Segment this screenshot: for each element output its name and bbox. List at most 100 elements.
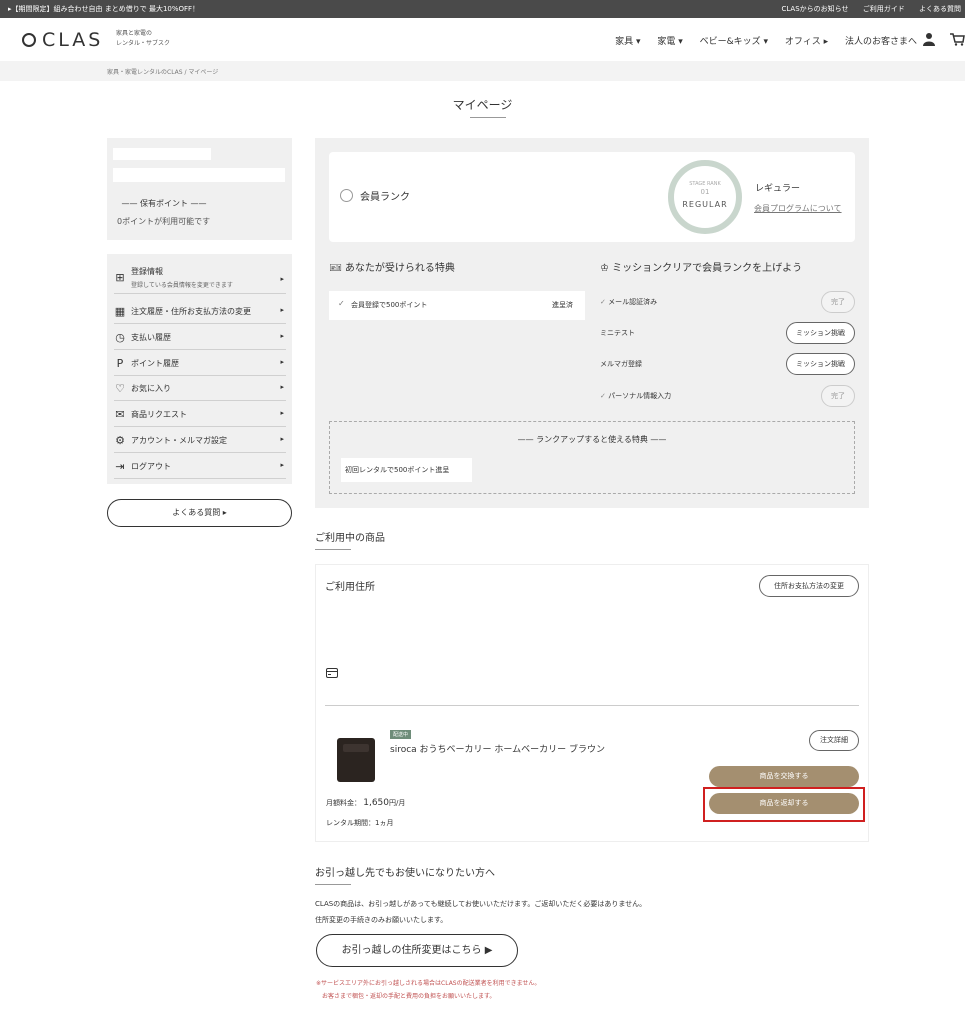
note-line: お客さまで梱包・返却の手配と費用の負担をお願いいたします。 (322, 993, 496, 1000)
ticket-icon: 🎫︎ (329, 263, 345, 274)
top-links: CLASからのお知らせ ご利用ガイド よくある質問 (769, 4, 961, 14)
chevron-right-icon: ▸ (280, 461, 284, 469)
moving-description: CLASの商品は、お引っ越しがあっても継続してお使いいただけます。ご返却いただく… (315, 896, 646, 928)
sidebar-item-order-history[interactable]: ▦ 注文履歴・住所お支払方法の変更 ▸ (114, 300, 286, 324)
product-name[interactable]: siroca おうちベーカリー ホームベーカリー ブラウン (390, 742, 605, 755)
tagline: 家具と家電の レンタル・サブスク (116, 30, 171, 47)
sidebar-item-favorites[interactable]: ♡ お気に入り ▸ (114, 377, 286, 401)
section-underline (315, 884, 351, 885)
highlight-box (703, 787, 865, 822)
faq-button[interactable]: よくある質問 ▸ (107, 499, 292, 527)
sidebar-item-label: 商品リクエスト (131, 410, 187, 419)
moving-text-line: CLASの商品は、お引っ越しがあっても継続してお使いいただけます。ご返却いただく… (315, 900, 647, 908)
page-title: マイページ (452, 98, 513, 112)
crown-icon: ♔ (600, 263, 613, 274)
rank-name: レギュラー (755, 184, 801, 194)
points-heading: —— 保有ポイント —— (121, 199, 207, 208)
mail-icon: ✉ (115, 408, 125, 421)
credit-card-icon (326, 668, 338, 681)
doc-icon: ⊞ (115, 271, 125, 284)
sidebar-item-label: ログアウト (131, 462, 171, 471)
points-available-text: 0ポイントが利用可能です (117, 217, 211, 226)
announcement-bar: ▸【期間限定】組み合わせ自由 まとめ借りで 最大10%OFF！ CLASからのお… (0, 0, 965, 18)
check-circle-icon: ✓ (600, 392, 609, 400)
moving-note: ※サービスエリア外にお引っ越しされる場合はCLASの配送業者を利用できません。 … (316, 977, 540, 1003)
site-header: CLAS 家具と家電の レンタル・サブスク 家具 ▾ 家電 ▾ ベビー&キッズ … (0, 18, 965, 61)
note-line: ※サービスエリア外にお引っ越しされる場合はCLASの配送業者を利用できません。 (316, 980, 541, 987)
mission-text: ミニテスト (600, 329, 635, 337)
user-info-placeholder (113, 168, 285, 182)
benefits-heading-text: あなたが受けられる特典 (344, 263, 455, 274)
logout-icon: ⇥ (115, 460, 125, 473)
sidebar-item-account-settings[interactable]: ⚙ アカウント・メルマガ設定 ▸ (114, 429, 286, 453)
sidebar-item-point-history[interactable]: P ポイント履歴 ▸ (114, 352, 286, 376)
nav-office[interactable]: オフィス ▸ (785, 37, 828, 47)
missions-heading-text: ミッションクリアで会員ランクを上げよう (612, 263, 803, 274)
point-icon: P (116, 357, 124, 370)
section-underline (315, 549, 351, 550)
gear-icon: ⚙ (115, 434, 125, 447)
fee-label: 月額料金： (326, 799, 361, 807)
sidebar-item-label: お気に入り (131, 384, 171, 393)
chevron-right-icon: ▸ (280, 383, 284, 391)
site-logo[interactable]: CLAS (22, 29, 103, 51)
mission-item: メルマガ登録 ミッション挑戦 (600, 353, 855, 375)
benefit-text: 会員登録で500ポイント (351, 301, 428, 309)
mission-text: ✓ パーソナル情報入力 (600, 391, 671, 401)
nav-furniture[interactable]: 家具 ▾ (615, 37, 640, 47)
mission-challenge-button[interactable]: ミッション挑戦 (786, 322, 855, 344)
user-name-placeholder (113, 148, 211, 160)
cart-icon[interactable] (949, 32, 965, 46)
benefit-status: 進呈済 (552, 301, 573, 309)
order-details-button[interactable]: 注文詳細 (809, 730, 859, 751)
sidebar-item-registration[interactable]: ⊞ 登録情報 登録している会員情報を変更できます ▸ (114, 262, 286, 294)
badge-stage-text: STAGE RANK (689, 181, 721, 187)
nav-business[interactable]: 法人のお客さまへ (845, 37, 917, 47)
sidebar-item-payment-history[interactable]: ◷ 支払い履歴 ▸ (114, 326, 286, 350)
breadcrumb[interactable]: 家具・家電レンタルのCLAS / マイページ (107, 67, 218, 76)
mission-challenge-button[interactable]: ミッション挑戦 (786, 353, 855, 375)
chevron-right-icon: ▸ (280, 435, 284, 443)
monthly-fee: 月額料金： 1,650円/月 (326, 798, 405, 808)
nav-baby-kids[interactable]: ベビー&キッズ ▾ (700, 37, 768, 47)
mission-item: ✓ パーソナル情報入力 完了 (600, 385, 855, 407)
mission-item: ✓ メール認証済み 完了 (600, 291, 855, 313)
promo-link[interactable]: ▸【期間限定】組み合わせ自由 まとめ借りで 最大10%OFF！ (8, 4, 199, 14)
sidebar-item-label: ポイント履歴 (131, 359, 179, 368)
mission-item: ミニテスト ミッション挑戦 (600, 322, 855, 344)
mission-text: ✓ メール認証済み (600, 297, 657, 307)
breadcrumb-bar: 家具・家電レンタルのCLAS / マイページ (0, 61, 965, 81)
missions-heading: ♔ ミッションクリアで会員ランクを上げよう (600, 259, 802, 274)
benefits-heading: 🎫︎ あなたが受けられる特典 (329, 259, 455, 274)
sidebar-item-label: 登録情報 (131, 267, 163, 276)
change-address-payment-button[interactable]: 住所お支払方法の変更 (759, 575, 859, 597)
moving-text-line: 住所変更の手続きのみお願いいたします。 (315, 916, 448, 924)
in-use-section-title: ご利用中の商品 (315, 533, 385, 544)
sidebar-item-logout[interactable]: ⇥ ログアウト ▸ (114, 455, 286, 479)
product-image[interactable] (337, 738, 375, 782)
guide-link[interactable]: ご利用ガイド (863, 5, 905, 13)
chevron-right-icon: ▸ (280, 275, 284, 283)
check-circle-icon: ✓ (338, 299, 345, 308)
exchange-button[interactable]: 商品を交換する (709, 766, 859, 787)
calendar-icon: ▦ (114, 305, 126, 318)
fee-unit: 円/月 (389, 799, 406, 807)
delivery-status-badge: 配送中 (390, 730, 412, 739)
rank-label: 会員ランク (360, 192, 410, 203)
nav-appliances[interactable]: 家電 ▾ (657, 37, 682, 47)
mission-label: メール認証済み (608, 298, 658, 306)
rankup-benefit-tag: 初回レンタルで500ポイント進呈 (341, 458, 472, 482)
news-link[interactable]: CLASからのお知らせ (781, 5, 848, 13)
moving-address-change-button[interactable]: お引っ越しの住所変更はこちら ▶ (316, 934, 518, 967)
sidebar-item-label: 支払い履歴 (131, 333, 171, 342)
member-program-link[interactable]: 会員プログラムについて (754, 203, 842, 214)
rank-circle-icon (340, 189, 353, 202)
chevron-right-icon: ▸ (280, 358, 284, 366)
faq-link[interactable]: よくある質問 (919, 5, 961, 13)
title-underline (470, 117, 506, 118)
sidebar-item-label: 注文履歴・住所お支払方法の変更 (131, 307, 251, 316)
sidebar-item-product-request[interactable]: ✉ 商品リクエスト ▸ (114, 403, 286, 427)
divider (325, 705, 859, 706)
user-icon[interactable] (922, 32, 936, 46)
history-icon: ◷ (115, 331, 125, 344)
